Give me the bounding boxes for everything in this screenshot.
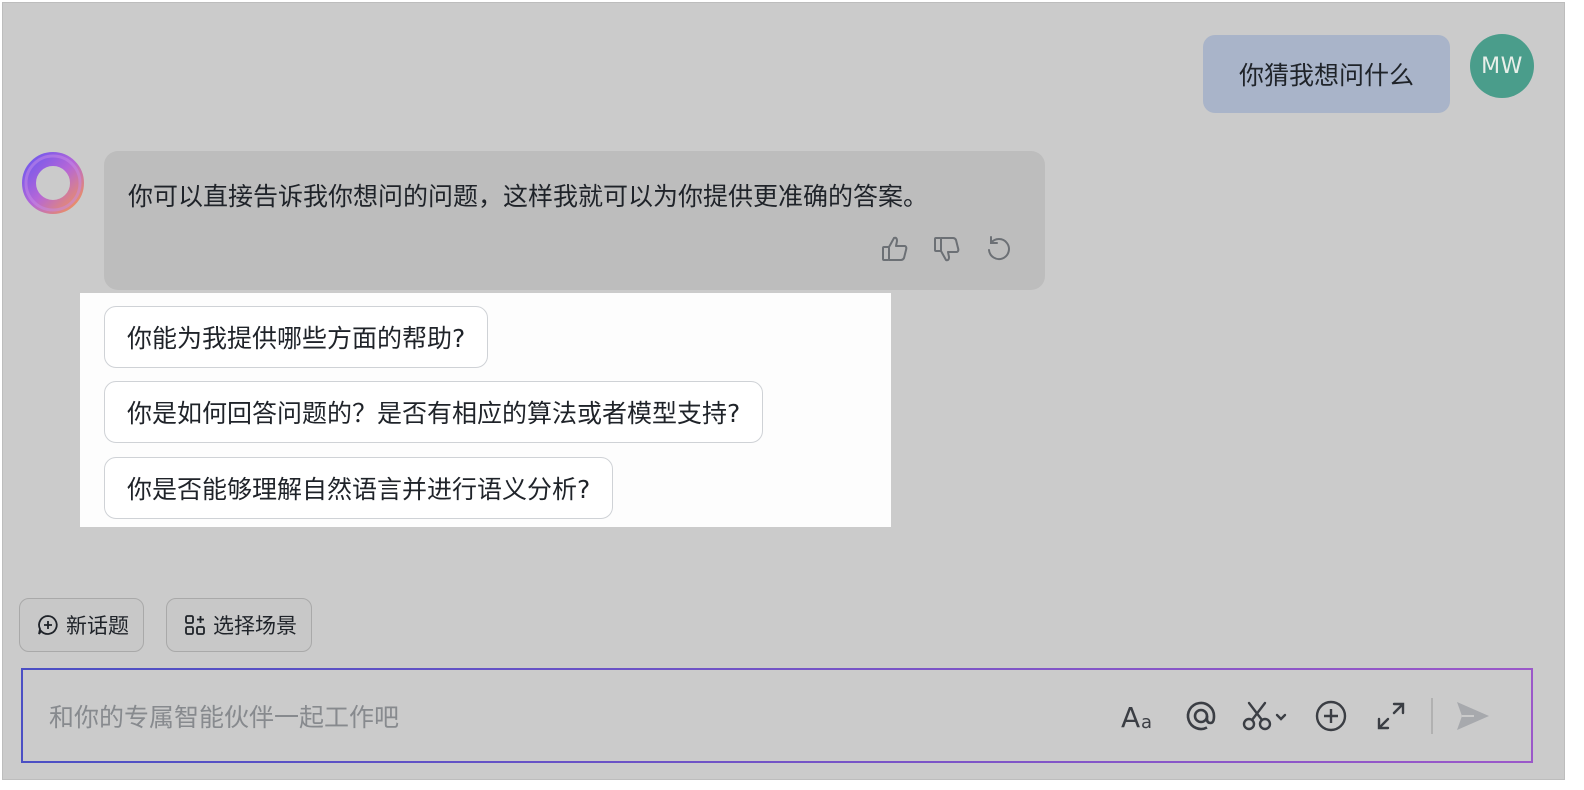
assistant-avatar-icon	[21, 151, 85, 215]
svg-text:a: a	[1141, 712, 1152, 733]
expand-icon[interactable]	[1371, 696, 1411, 736]
assistant-message-text: 你可以直接告诉我你想问的问题，这样我就可以为你提供更准确的答案。	[128, 182, 929, 211]
plus-circle-icon[interactable]	[1311, 696, 1351, 736]
suggested-questions-panel: 你能为我提供哪些方面的帮助? 你是如何回答问题的？是否有相应的算法或者模型支持?…	[80, 293, 891, 527]
thumbs-down-icon[interactable]	[931, 233, 963, 265]
suggested-question[interactable]: 你是如何回答问题的？是否有相应的算法或者模型支持?	[104, 381, 764, 443]
message-actions	[879, 233, 1015, 265]
user-avatar-initials: MW	[1481, 53, 1523, 79]
thumbs-up-icon[interactable]	[879, 233, 911, 265]
select-scene-label: 选择场景	[213, 614, 297, 638]
chat-window: 你猜我想问什么 MW 你可以直接告诉我你想问的问题，这样我就可以为你提供更准确的…	[2, 2, 1565, 780]
toolbar-divider	[1431, 698, 1433, 734]
suggested-question[interactable]: 你能为我提供哪些方面的帮助?	[104, 306, 489, 368]
svg-text:A: A	[1121, 701, 1140, 734]
new-topic-button[interactable]: 新话题	[19, 598, 144, 652]
refresh-icon[interactable]	[983, 233, 1015, 265]
scissors-icon[interactable]	[1241, 696, 1291, 736]
new-topic-label: 新话题	[66, 614, 129, 638]
send-icon[interactable]	[1453, 696, 1493, 736]
user-message-bubble: 你猜我想问什么	[1203, 35, 1450, 113]
select-scene-button[interactable]: 选择场景	[166, 598, 312, 652]
suggested-question-text: 你是如何回答问题的？是否有相应的算法或者模型支持?	[127, 399, 741, 428]
user-avatar[interactable]: MW	[1470, 34, 1534, 98]
at-icon[interactable]	[1181, 696, 1221, 736]
text-format-icon[interactable]: A a	[1121, 696, 1161, 736]
new-chat-icon	[38, 615, 58, 635]
input-tools: A a	[1101, 696, 1493, 736]
suggested-question-text: 你是否能够理解自然语言并进行语义分析?	[127, 475, 591, 504]
grid-icon	[185, 615, 205, 635]
message-input[interactable]	[47, 696, 1111, 738]
assistant-message-bubble: 你可以直接告诉我你想问的问题，这样我就可以为你提供更准确的答案。	[104, 151, 1045, 290]
suggested-question-text: 你能为我提供哪些方面的帮助?	[127, 324, 466, 353]
message-input-box: A a	[21, 668, 1533, 763]
suggested-question[interactable]: 你是否能够理解自然语言并进行语义分析?	[104, 457, 614, 519]
user-message-text: 你猜我想问什么	[1238, 61, 1414, 90]
